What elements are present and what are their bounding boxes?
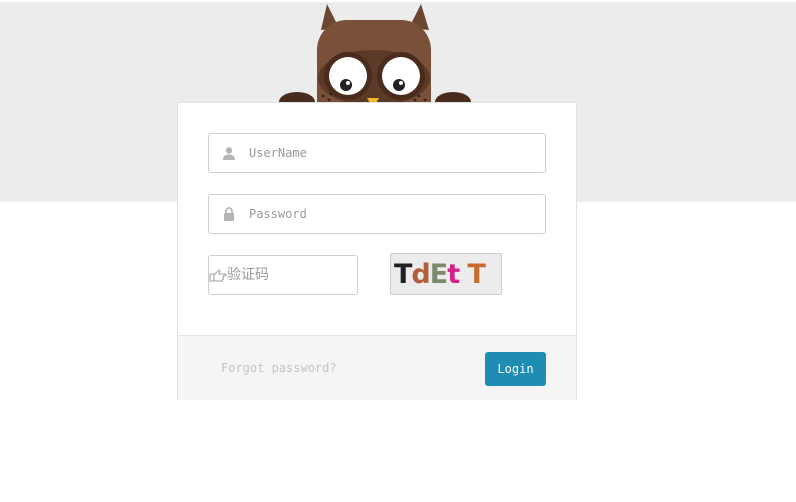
captcha-char: E xyxy=(429,258,448,290)
captcha-char: t xyxy=(447,258,460,290)
password-input[interactable] xyxy=(249,196,545,232)
forgot-password-link[interactable]: Forgot password? xyxy=(221,361,337,375)
hand-pointing-icon xyxy=(209,256,227,294)
password-field[interactable] xyxy=(208,194,546,234)
captcha-input[interactable] xyxy=(227,257,406,293)
login-card: TdEt T Forgot password? Login xyxy=(177,102,577,400)
captcha-image[interactable]: TdEt T xyxy=(390,253,502,295)
captcha-char xyxy=(459,259,467,290)
captcha-field[interactable] xyxy=(208,255,406,295)
login-button[interactable]: Login xyxy=(485,352,546,386)
user-icon xyxy=(209,134,249,172)
username-input[interactable] xyxy=(249,135,545,171)
captcha-char: d xyxy=(411,258,430,290)
captcha-char: T xyxy=(394,258,412,290)
username-field[interactable] xyxy=(208,133,546,173)
card-footer: Forgot password? Login xyxy=(178,335,576,400)
lock-icon xyxy=(209,195,249,233)
captcha-char: T xyxy=(467,258,486,290)
owl-mascot xyxy=(279,4,471,116)
